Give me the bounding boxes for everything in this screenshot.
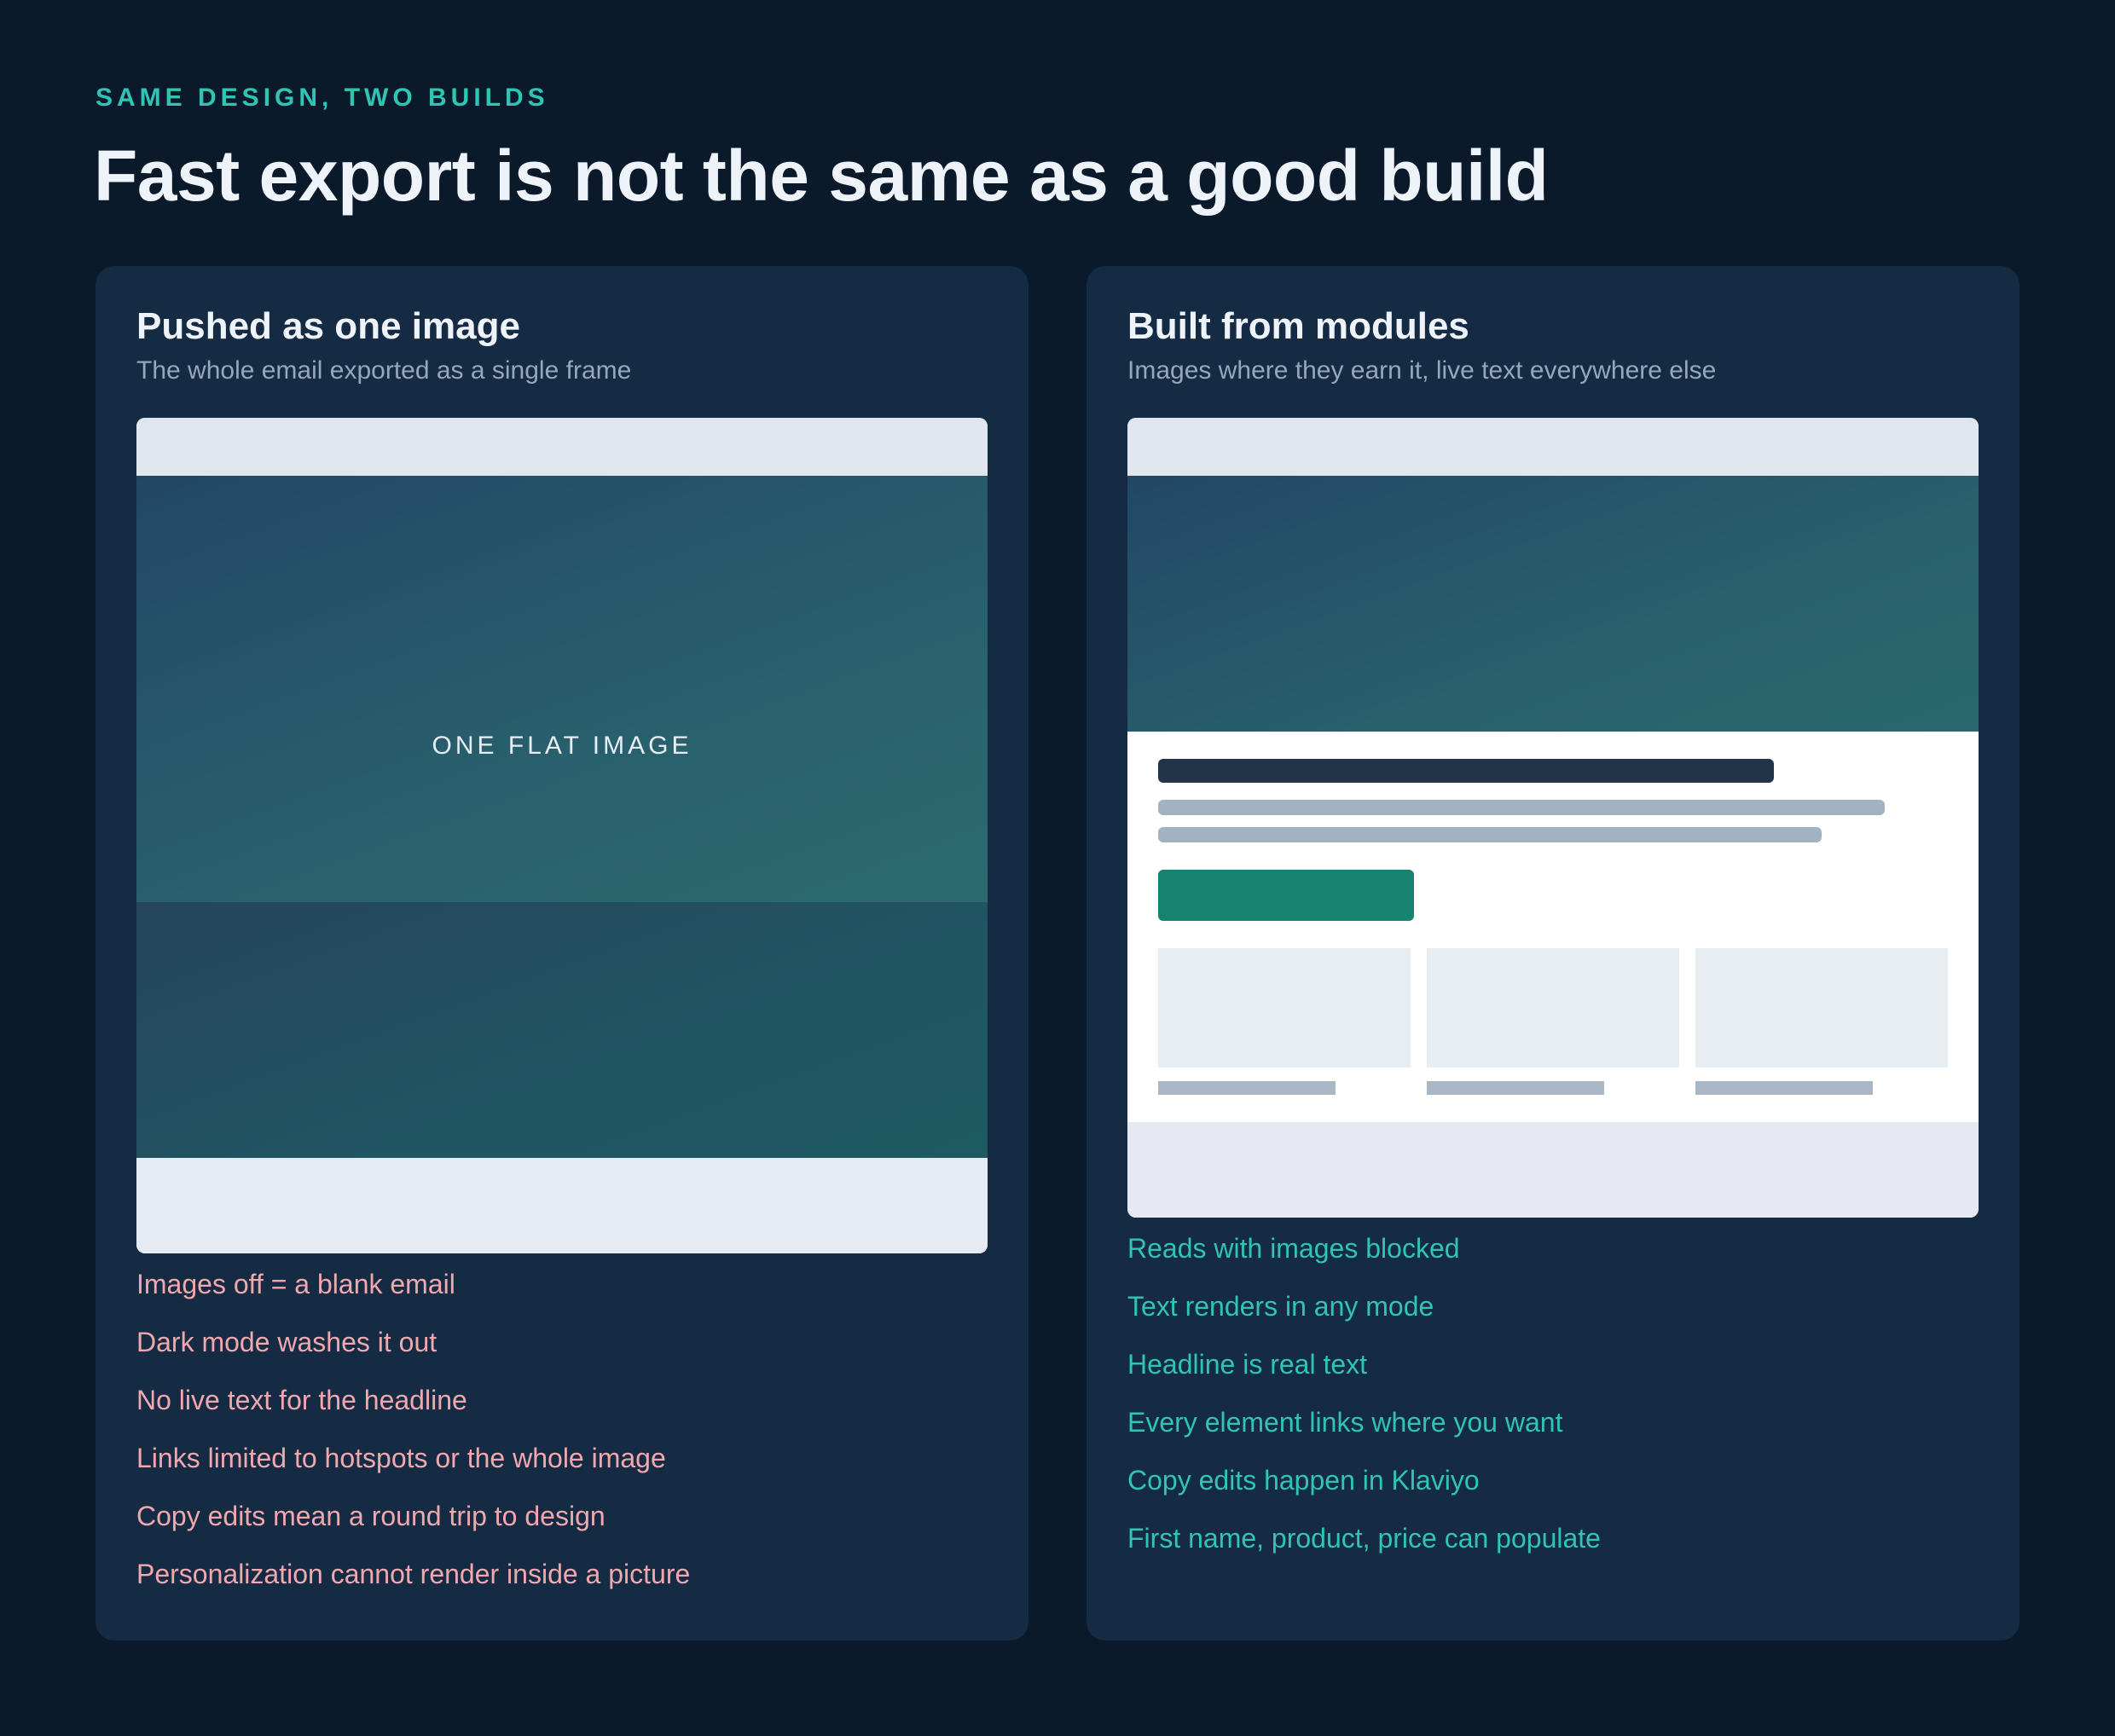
product-caption-placeholder [1695,1081,1873,1095]
benefit-item: Copy edits happen in Klaviyo [1127,1465,1480,1496]
benefit-item: First name, product, price can populate [1127,1523,1601,1554]
email-mockup-flat: ONE FLAT IMAGE [136,418,988,1253]
drawback-item: Images off = a blank email [136,1269,455,1299]
card-title: Built from modules [1127,305,1469,347]
mockup-bottom-strip [136,1158,988,1253]
product-tile [1427,948,1679,1068]
drawback-item: Copy edits mean a round trip to design [136,1501,606,1531]
card-title: Pushed as one image [136,305,520,347]
flat-image-upper: ONE FLAT IMAGE [136,476,988,902]
benefit-item: Every element links where you want [1127,1407,1563,1438]
benefit-item: Reads with images blocked [1127,1233,1460,1264]
drawback-list: Images off = a blank email Dark mode was… [136,1267,690,1615]
mockup-footer [1127,1122,1979,1218]
cta-button-placeholder [1158,870,1414,921]
eyebrow-label: SAME DESIGN, TWO BUILDS [96,84,549,112]
live-text-module [1127,732,1979,1122]
product-tile [1695,948,1948,1068]
body-text-placeholder [1158,800,1885,815]
page-title: Fast export is not the same as a good bu… [94,136,1549,216]
card-subtitle: Images where they earn it, live text eve… [1127,356,1717,385]
benefit-item: Headline is real text [1127,1349,1368,1380]
body-text-placeholder [1158,827,1822,842]
mockup-top-strip [136,418,988,476]
benefit-list: Reads with images blocked Text renders i… [1127,1231,1601,1579]
card-single-image: Pushed as one image The whole email expo… [96,266,1029,1641]
product-caption-placeholder [1427,1081,1604,1095]
product-tile [1158,948,1411,1068]
hero-image-module [1127,476,1979,732]
headline-placeholder [1158,759,1774,783]
drawback-item: No live text for the headline [136,1385,467,1415]
drawback-item: Dark mode washes it out [136,1327,437,1357]
card-modular-build: Built from modules Images where they ear… [1086,266,2019,1641]
page: SAME DESIGN, TWO BUILDS Fast export is n… [0,0,2115,1736]
drawback-item: Links limited to hotspots or the whole i… [136,1443,666,1473]
flat-image-label: ONE FLAT IMAGE [432,732,692,760]
card-subtitle: The whole email exported as a single fra… [136,356,632,385]
mockup-top-strip [1127,418,1979,476]
drawback-item: Personalization cannot render inside a p… [136,1559,691,1589]
email-mockup-modular [1127,418,1979,1218]
flat-image-lower [136,902,988,1158]
benefit-item: Text renders in any mode [1127,1291,1434,1322]
product-caption-placeholder [1158,1081,1336,1095]
